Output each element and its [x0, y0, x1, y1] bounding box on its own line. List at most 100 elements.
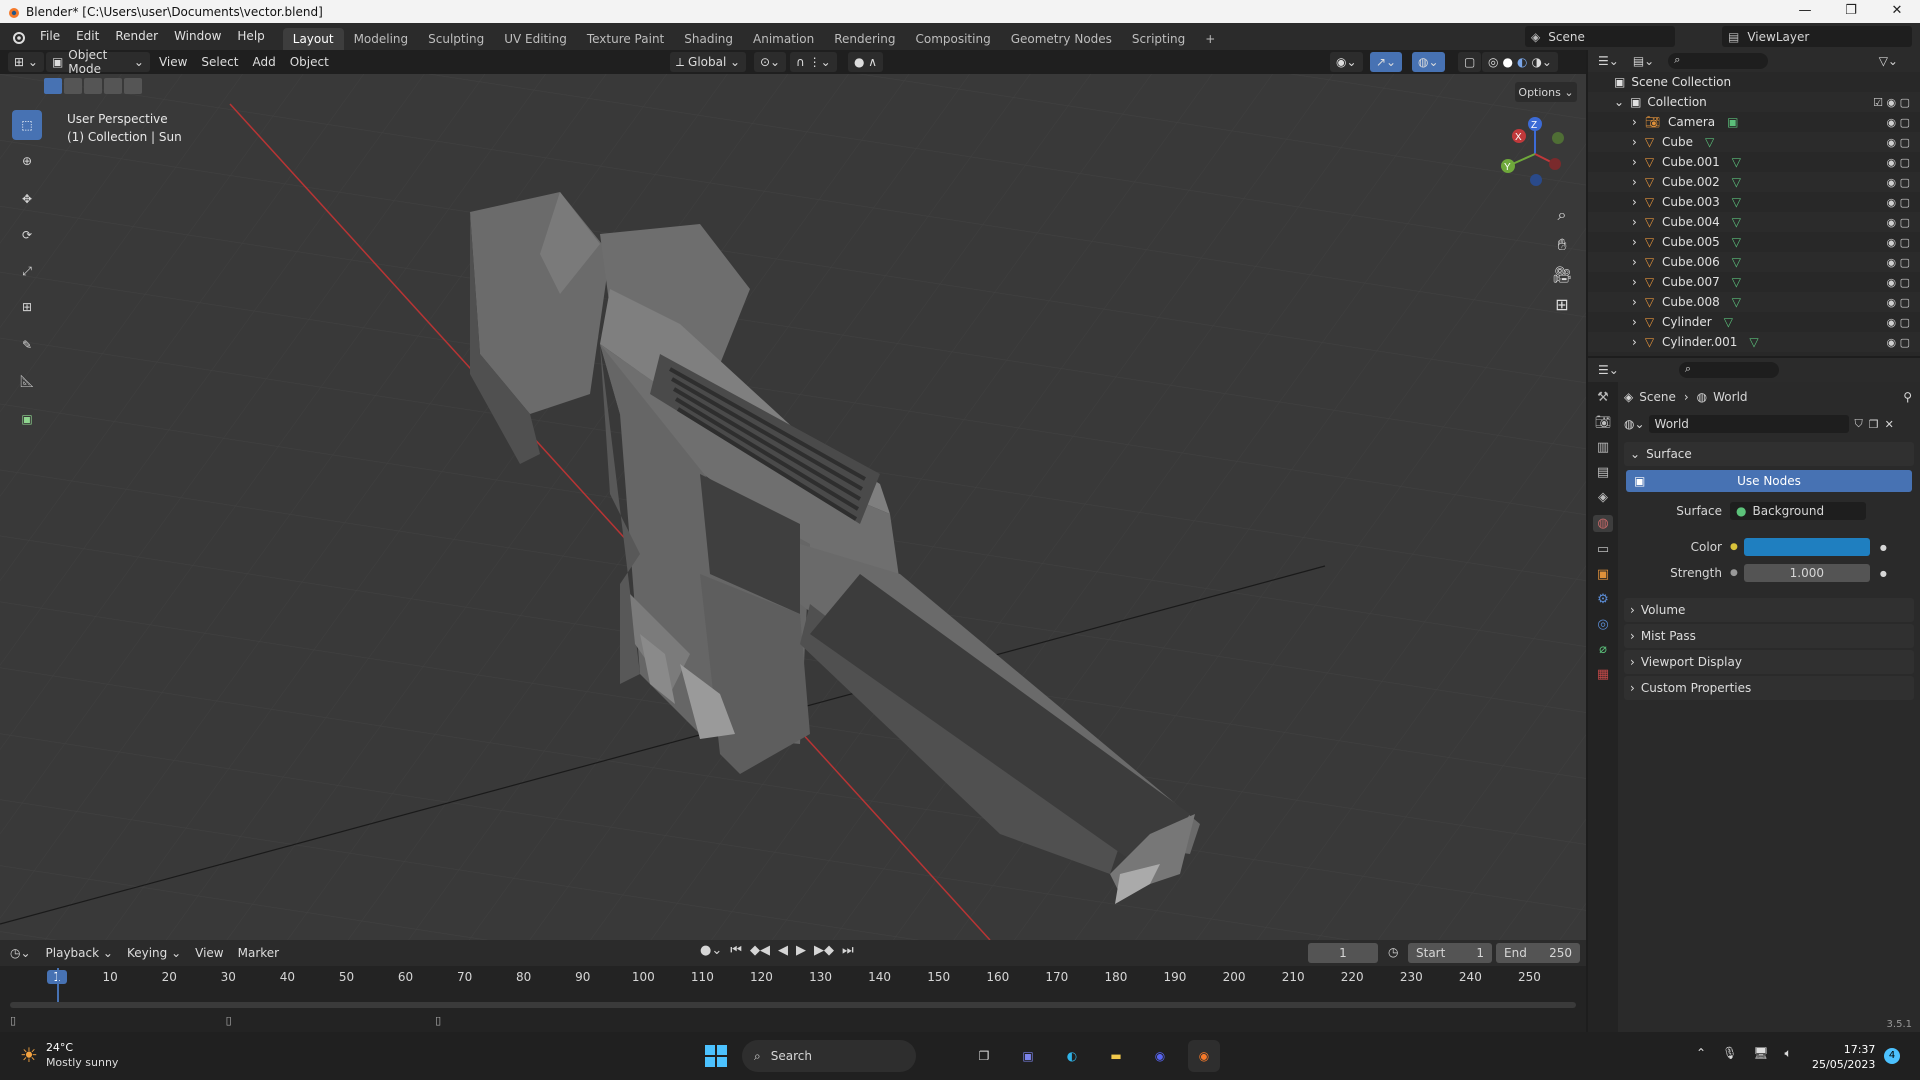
- outliner-item[interactable]: › ▽ Cube.004 ▽ ◉ ▢: [1588, 212, 1920, 232]
- view-layer-selector[interactable]: ▤ ViewLayer: [1722, 26, 1912, 47]
- surface-shader-field[interactable]: ● Background: [1730, 502, 1866, 520]
- outliner-item[interactable]: › ▽ Cylinder ▽ ◉ ▢: [1588, 312, 1920, 332]
- output-tab-icon[interactable]: ▥: [1597, 440, 1609, 455]
- mesh-data-icon[interactable]: ▽: [1732, 195, 1741, 209]
- mesh-data-icon[interactable]: ▽: [1732, 155, 1741, 169]
- expand-arrow-icon[interactable]: ›: [1632, 195, 1637, 209]
- zoom-icon[interactable]: ⌕: [1550, 200, 1574, 230]
- color-swatch[interactable]: [1743, 538, 1870, 556]
- expand-arrow-icon[interactable]: ›: [1632, 255, 1637, 269]
- select-intersect-button[interactable]: [124, 78, 142, 94]
- menu-timeline-view[interactable]: View: [188, 946, 230, 960]
- add-workspace-button[interactable]: +: [1195, 28, 1225, 50]
- collection-row[interactable]: ⌄ ▣ Collection ☑ ◉ ▢: [1588, 92, 1920, 112]
- menu-window[interactable]: Window: [166, 23, 229, 50]
- select-subtract-button[interactable]: [84, 78, 102, 94]
- visibility-icons[interactable]: ◉ ▢: [1887, 276, 1911, 289]
- pin-icon[interactable]: ⚲: [1903, 390, 1912, 404]
- rotate-tool[interactable]: ⟳: [12, 220, 42, 250]
- current-frame-field[interactable]: 1: [1308, 943, 1378, 963]
- fake-user-icon[interactable]: ⛉: [1855, 417, 1863, 431]
- 3d-viewport[interactable]: ⬚ ⊕ ✥ ⟳ ⤢ ⊞ ✎ 📐︎ ▣ User Perspective (1) …: [0, 74, 1586, 940]
- outliner-item[interactable]: › 📷︎ Camera ▣ ◉ ▢: [1588, 112, 1920, 132]
- overlay-toggle[interactable]: ◍⌄: [1412, 52, 1445, 72]
- end-frame-field[interactable]: End 250: [1496, 943, 1580, 963]
- xray-toggle[interactable]: ▢: [1458, 52, 1482, 72]
- scene-tab-icon[interactable]: ◈: [1598, 490, 1608, 505]
- select-new-button[interactable]: [44, 78, 62, 94]
- start-frame-field[interactable]: Start 1: [1408, 943, 1492, 963]
- clock[interactable]: 17:37 25/05/2023: [1812, 1042, 1875, 1072]
- properties-search[interactable]: ⌕: [1678, 362, 1779, 378]
- minimize-button[interactable]: —: [1782, 0, 1828, 23]
- transform-orientation-selector[interactable]: ⟂ Global ⌄: [670, 52, 746, 72]
- hand-pan-icon[interactable]: ✋︎: [1550, 230, 1574, 260]
- outliner-item[interactable]: › ▽ Cube ▽ ◉ ▢: [1588, 132, 1920, 152]
- measure-tool[interactable]: 📐︎: [12, 366, 42, 396]
- menu-add[interactable]: Add: [245, 55, 282, 69]
- tool-tab-icon[interactable]: ⚒: [1597, 390, 1609, 405]
- visibility-icons[interactable]: ◉ ▢: [1887, 316, 1911, 329]
- taskbar-search[interactable]: ⌕ Search: [742, 1040, 916, 1072]
- menu-file[interactable]: File: [32, 23, 68, 50]
- outliner-item[interactable]: › ▽ Cube.006 ▽ ◉ ▢: [1588, 252, 1920, 272]
- collection-tab-icon[interactable]: ▭: [1597, 542, 1609, 557]
- wireframe-shading-icon[interactable]: ◎: [1488, 55, 1498, 69]
- tab-texture-paint[interactable]: Texture Paint: [577, 28, 674, 50]
- menu-object[interactable]: Object: [283, 55, 336, 69]
- mesh-data-icon[interactable]: ▽: [1732, 235, 1741, 249]
- select-box-tool[interactable]: ⬚: [12, 110, 42, 140]
- camera-data-icon[interactable]: ▣: [1727, 115, 1738, 129]
- scene-collection-row[interactable]: ▣ Scene Collection: [1588, 72, 1920, 92]
- view-layer-tab-icon[interactable]: ▤: [1597, 465, 1609, 480]
- constraints-tab-icon[interactable]: ⌀: [1599, 642, 1607, 657]
- display-mode-icon[interactable]: ▤⌄: [1633, 54, 1654, 68]
- keyframe-dot-icon[interactable]: ●: [1880, 569, 1887, 578]
- material-shading-icon[interactable]: ◐: [1517, 55, 1527, 69]
- tab-compositing[interactable]: Compositing: [905, 28, 1000, 50]
- mesh-data-icon[interactable]: ▽: [1749, 335, 1758, 349]
- menu-marker[interactable]: Marker: [231, 946, 286, 960]
- physics-tab-icon[interactable]: ◎: [1597, 617, 1608, 632]
- gizmo-toggle[interactable]: ↗⌄: [1370, 52, 1403, 72]
- mesh-data-icon[interactable]: ▽: [1724, 315, 1733, 329]
- tab-layout[interactable]: Layout: [282, 28, 344, 50]
- outliner-item[interactable]: › ▽ Cube.003 ▽ ◉ ▢: [1588, 192, 1920, 212]
- tab-modeling[interactable]: Modeling: [344, 28, 419, 50]
- pivot-point-button[interactable]: ⊙⌄: [754, 52, 787, 72]
- move-tool[interactable]: ✥: [12, 184, 42, 214]
- shading-mode-group[interactable]: ◎ ● ◐ ◑⌄: [1482, 52, 1558, 72]
- blender-taskbar-button[interactable]: ◉: [1188, 1040, 1220, 1072]
- task-view-button[interactable]: ❐: [968, 1040, 1000, 1072]
- tab-shading[interactable]: Shading: [674, 28, 743, 50]
- world-tab-icon[interactable]: ◍: [1593, 515, 1613, 532]
- mesh-data-icon[interactable]: ▽: [1732, 295, 1741, 309]
- file-explorer-button[interactable]: ▬: [1100, 1040, 1132, 1072]
- grid-ortho-icon[interactable]: ⊞: [1550, 290, 1574, 320]
- cursor-tool[interactable]: ⊕: [12, 146, 42, 176]
- tab-animation[interactable]: Animation: [743, 28, 824, 50]
- annotate-tool[interactable]: ✎: [12, 330, 42, 360]
- gizmo-neg-x[interactable]: [1549, 158, 1561, 170]
- properties-editor-icon[interactable]: ☰⌄: [1598, 363, 1619, 377]
- expand-arrow-icon[interactable]: ›: [1632, 155, 1637, 169]
- visibility-filter-button[interactable]: ◉⌄: [1330, 52, 1363, 72]
- mesh-data-icon[interactable]: ▽: [1732, 255, 1741, 269]
- menu-select[interactable]: Select: [194, 55, 245, 69]
- blender-menu-icon[interactable]: [10, 30, 26, 44]
- mist-pass-panel-header[interactable]: › Mist Pass: [1624, 624, 1914, 648]
- discord-button[interactable]: ◉: [1144, 1040, 1176, 1072]
- outliner-item[interactable]: › ▽ Cube.001 ▽ ◉ ▢: [1588, 152, 1920, 172]
- tab-geometry-nodes[interactable]: Geometry Nodes: [1001, 28, 1122, 50]
- editor-type-button[interactable]: ⊞ ⌄: [8, 52, 44, 72]
- menu-view[interactable]: View: [152, 55, 194, 69]
- camera-view-icon[interactable]: 🎥︎: [1550, 260, 1574, 290]
- visibility-icons[interactable]: ☑ ◉ ▢: [1873, 96, 1910, 109]
- menu-keying[interactable]: Keying ⌄: [120, 946, 188, 960]
- viewport-display-panel-header[interactable]: › Viewport Display: [1624, 650, 1914, 674]
- tab-uv-editing[interactable]: UV Editing: [494, 28, 577, 50]
- scale-tool[interactable]: ⤢: [12, 256, 42, 286]
- visibility-icons[interactable]: ◉ ▢: [1887, 236, 1911, 249]
- preview-range-icon[interactable]: ◷: [1388, 945, 1398, 959]
- visibility-icons[interactable]: ◉ ▢: [1887, 256, 1911, 269]
